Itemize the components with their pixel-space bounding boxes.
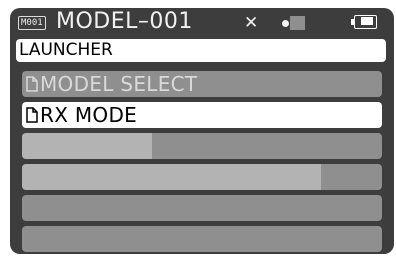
- model-id-badge: M001: [18, 16, 46, 30]
- menu-item-model-select[interactable]: MODEL SELECT: [22, 71, 382, 97]
- status-bar: M001 MODEL–001 ✕: [16, 9, 386, 35]
- model-name: MODEL–001: [56, 9, 193, 34]
- menu-item-empty-3[interactable]: [22, 133, 382, 159]
- menu-item-rx-mode[interactable]: RX MODE: [22, 102, 382, 128]
- document-icon: [26, 107, 38, 123]
- battery-icon: [351, 15, 379, 29]
- signal-strength-bar: [290, 16, 305, 30]
- page-title: LAUNCHER: [19, 40, 113, 60]
- menu-item-label: MODEL SELECT: [40, 72, 198, 96]
- menu-item-label: RX MODE: [40, 103, 138, 127]
- menu-item-empty-5[interactable]: [22, 195, 382, 221]
- header-bar: LAUNCHER: [16, 39, 386, 62]
- menu-item-empty-4[interactable]: [22, 164, 382, 190]
- document-icon: [26, 76, 38, 92]
- no-signal-icon: ✕: [244, 13, 259, 33]
- row-progress-fill: [22, 133, 152, 159]
- signal-dot-icon: [282, 20, 289, 27]
- screen: M001 MODEL–001 ✕ LAUNCHER MODEL SELECT R…: [0, 0, 396, 260]
- row-progress-fill: [22, 164, 321, 190]
- menu-item-empty-6[interactable]: [22, 226, 382, 252]
